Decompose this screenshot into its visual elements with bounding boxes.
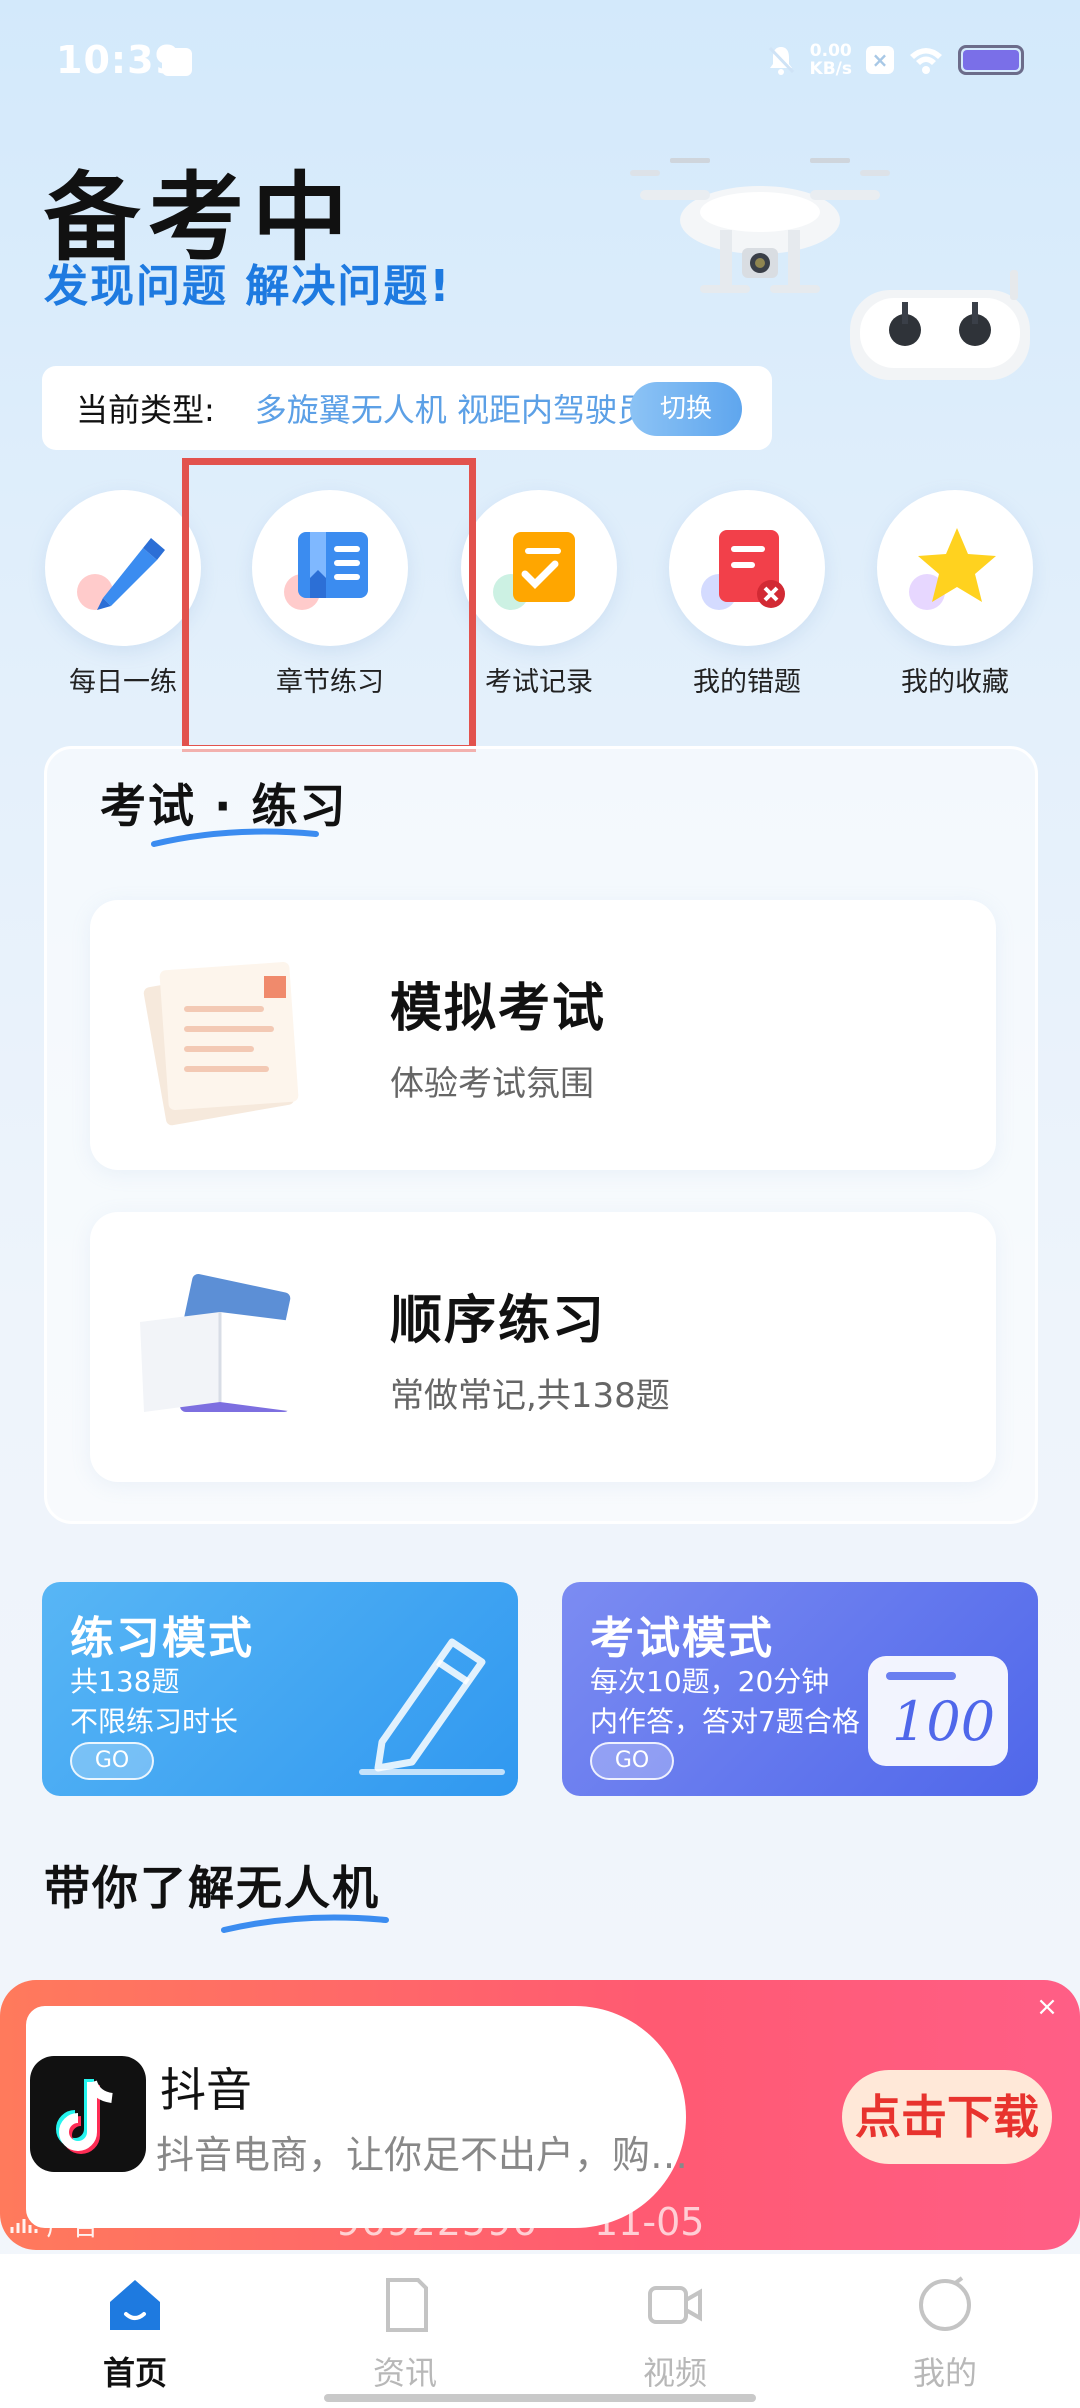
error-doc-icon bbox=[701, 530, 785, 610]
highlight-box bbox=[182, 458, 476, 752]
video-icon bbox=[648, 2286, 702, 2324]
ad-app-name: 抖音 bbox=[160, 2063, 252, 2117]
practice-mode-card[interactable]: 练习模式 共138题 不限练习时长 GO bbox=[42, 1582, 518, 1796]
app-notification-icon: × bbox=[866, 46, 894, 74]
quick-entry-row: 每日一练 章节练习 考试记录 我的错题 我的收藏 bbox=[0, 490, 1080, 710]
svg-text:100: 100 bbox=[892, 1690, 995, 1753]
sequential-practice-card[interactable]: 顺序练习 常做常记,共138题 bbox=[90, 1212, 996, 1482]
title-underline-decoration bbox=[151, 828, 319, 847]
mute-bell-icon bbox=[768, 46, 794, 75]
ad-label: 广告 bbox=[10, 2206, 98, 2243]
title-underline-decoration bbox=[221, 1914, 389, 1933]
nav-video[interactable]: 视频 bbox=[595, 2274, 755, 2394]
star-icon bbox=[909, 528, 996, 610]
ad-download-button[interactable]: 点击下载 bbox=[842, 2070, 1052, 2164]
exam-mode-card[interactable]: 100 考试模式 每次10题，20分钟 内作答，答对7题合格 GO bbox=[562, 1582, 1038, 1796]
battery-icon bbox=[958, 45, 1024, 75]
wifi-icon bbox=[910, 48, 942, 74]
practice-mode-desc: 共138题 不限练习时长 bbox=[70, 1665, 239, 1738]
network-speed: 0.00 KB/s bbox=[809, 41, 852, 79]
nav-news[interactable]: 资讯 bbox=[325, 2274, 485, 2394]
switch-type-button[interactable]: 切换 bbox=[630, 382, 742, 436]
pencil-icon bbox=[77, 538, 165, 610]
notification-message-icon bbox=[162, 48, 192, 76]
practice-mode-go-button[interactable]: GO bbox=[70, 1742, 154, 1780]
remote-controller-illustration bbox=[850, 270, 1030, 380]
score-100-icon: 100 bbox=[868, 1656, 1008, 1766]
home-indicator bbox=[324, 2394, 756, 2402]
practice-mode-title: 练习模式 bbox=[70, 1613, 254, 1664]
home-icon bbox=[110, 2280, 160, 2330]
exam-paper-illustration bbox=[143, 962, 299, 1126]
status-bar: 10:39 0.00 KB/s × bbox=[0, 0, 1080, 120]
quick-entry-favorites[interactable]: 我的收藏 bbox=[870, 490, 1040, 699]
ad-date: 11-05 bbox=[594, 2200, 705, 2244]
quick-entry-exam-records[interactable]: 考试记录 bbox=[454, 490, 624, 699]
page-subtitle: 发现问题 解决问题! bbox=[44, 261, 452, 312]
sequential-practice-desc: 常做常记,共138题 bbox=[390, 1376, 670, 1416]
ad-number: 96922596 bbox=[336, 2200, 538, 2244]
douyin-app-icon bbox=[30, 2056, 146, 2172]
current-type-value: 多旋翼无人机 视距内驾驶员 bbox=[254, 391, 635, 429]
status-indicators: 0.00 KB/s × bbox=[766, 42, 1024, 78]
quick-entry-my-mistakes[interactable]: 我的错题 bbox=[662, 490, 832, 699]
ad-close-icon[interactable]: × bbox=[1034, 1994, 1060, 2020]
mock-exam-title: 模拟考试 bbox=[390, 979, 607, 1039]
signal-waves-icon bbox=[10, 2219, 38, 2233]
current-type-label: 当前类型: bbox=[76, 391, 215, 429]
mock-exam-desc: 体验考试氛围 bbox=[390, 1064, 594, 1104]
exam-mode-go-button[interactable]: GO bbox=[590, 1742, 674, 1780]
nav-home[interactable]: 首页 bbox=[55, 2274, 215, 2394]
clipboard-check-icon bbox=[493, 532, 575, 610]
exam-mode-title: 考试模式 bbox=[590, 1613, 774, 1664]
mock-exam-card[interactable]: 模拟考试 体验考试氛围 bbox=[90, 900, 996, 1170]
ad-description: 抖音电商，让你足不出户，购… bbox=[156, 2133, 686, 2177]
nav-profile[interactable]: 我的 bbox=[865, 2274, 1025, 2394]
exam-mode-desc: 每次10题，20分钟 内作答，答对7题合格 bbox=[590, 1665, 860, 1738]
bottom-nav: 首页 资讯 视频 我的 bbox=[0, 2254, 1080, 2408]
document-icon bbox=[386, 2278, 428, 2332]
pencil-outline-icon bbox=[359, 1638, 505, 1775]
sequential-practice-title: 顺序练习 bbox=[390, 1291, 607, 1351]
profile-icon bbox=[919, 2276, 971, 2331]
learn-drone-title: 带你了解无人机 bbox=[44, 1861, 380, 1915]
open-book-illustration bbox=[140, 1274, 300, 1412]
